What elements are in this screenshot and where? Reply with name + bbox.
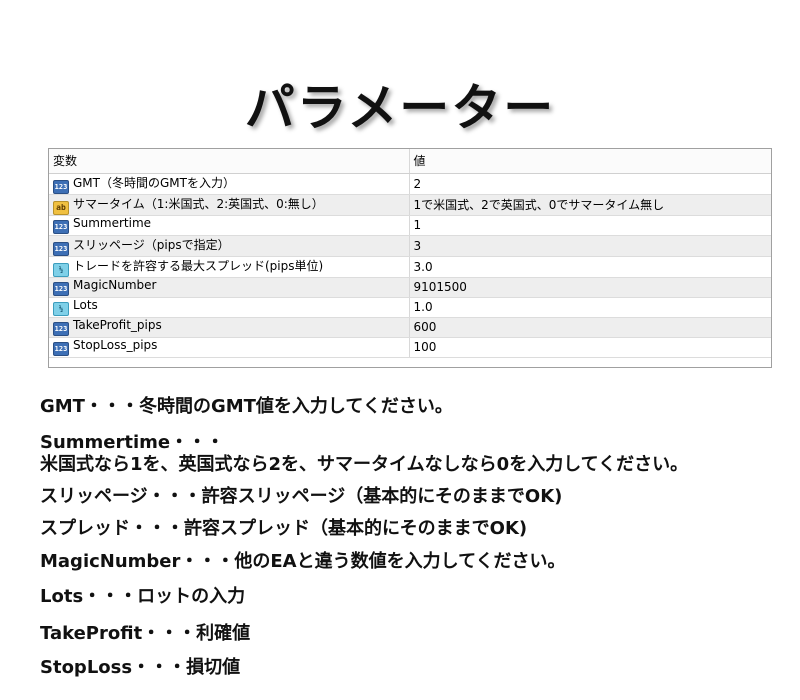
- double-type-icon: ½: [53, 262, 69, 276]
- variable-cell[interactable]: 123 MagicNumber: [49, 277, 410, 298]
- table-header-row: 変数 値: [49, 149, 771, 174]
- table-row[interactable]: 123 MagicNumber 9101500: [49, 277, 771, 298]
- value-cell[interactable]: 2: [409, 173, 771, 195]
- variable-name: GMT（冬時間のGMTを入力）: [73, 175, 235, 190]
- table-row[interactable]: 123 StopLoss_pips 100: [49, 337, 771, 358]
- desc-spread: スプレッド・・・許容スプレッド（基本的にそのままでOK): [40, 518, 528, 539]
- string-type-icon: ab: [53, 200, 69, 214]
- int-type-icon: 123: [53, 241, 69, 255]
- variable-cell[interactable]: 123 StopLoss_pips: [49, 337, 410, 358]
- variable-cell[interactable]: 123 TakeProfit_pips: [49, 317, 410, 338]
- variable-name: StopLoss_pips: [73, 338, 158, 352]
- desc-stoploss: StopLoss・・・損切値: [40, 657, 241, 678]
- value-cell[interactable]: 1で米国式、2で英国式、0でサマータイム無し: [409, 194, 771, 216]
- int-type-icon: 123: [53, 282, 69, 296]
- parameters-table: 変数 値 123 GMT（冬時間のGMTを入力） 2 ab サマータイム（1:米国式、2…: [48, 148, 772, 368]
- column-header-variable[interactable]: 変数: [49, 149, 410, 174]
- variable-name: Summertime: [73, 216, 152, 230]
- value-cell[interactable]: 1.0: [409, 297, 771, 318]
- value-cell[interactable]: 100: [409, 337, 771, 358]
- int-type-icon: 123: [53, 179, 69, 193]
- table-row[interactable]: 123 スリッページ（pipsで指定） 3: [49, 235, 771, 257]
- value-cell[interactable]: 1: [409, 215, 771, 236]
- desc-magicnumber: MagicNumber・・・他のEAと違う数値を入力してください。: [40, 551, 566, 572]
- value-cell[interactable]: 9101500: [409, 277, 771, 298]
- variable-cell[interactable]: ½ トレードを許容する最大スプレッド(pips単位): [49, 256, 410, 278]
- int-type-icon: 123: [53, 322, 69, 336]
- variable-name: トレードを許容する最大スプレッド(pips単位): [73, 258, 324, 273]
- table-row[interactable]: 123 Summertime 1: [49, 215, 771, 236]
- variable-name: サマータイム（1:米国式、2:英国式、0:無し）: [73, 196, 324, 211]
- variable-cell[interactable]: 123 GMT（冬時間のGMTを入力）: [49, 173, 410, 195]
- table-row[interactable]: ab サマータイム（1:米国式、2:英国式、0:無し） 1で米国式、2で英国式、0で…: [49, 194, 771, 216]
- variable-name: MagicNumber: [73, 278, 157, 292]
- double-type-icon: ½: [53, 302, 69, 316]
- int-type-icon: 123: [53, 220, 69, 234]
- page-title: パラメーター: [244, 79, 556, 137]
- value-cell[interactable]: 3.0: [409, 256, 771, 278]
- variable-name: Lots: [73, 298, 98, 312]
- desc-lots: Lots・・・ロットの入力: [40, 586, 246, 607]
- variable-cell[interactable]: ½ Lots: [49, 297, 410, 318]
- desc-takeprofit: TakeProfit・・・利確値: [40, 623, 251, 644]
- table-row[interactable]: 123 GMT（冬時間のGMTを入力） 2: [49, 173, 771, 195]
- variable-name: TakeProfit_pips: [73, 318, 162, 332]
- value-cell[interactable]: 600: [409, 317, 771, 338]
- table-row[interactable]: ½ Lots 1.0: [49, 297, 771, 318]
- variable-cell[interactable]: 123 スリッページ（pipsで指定）: [49, 235, 410, 257]
- desc-gmt: GMT・・・冬時間のGMT値を入力してください。: [40, 396, 453, 417]
- int-type-icon: 123: [53, 342, 69, 356]
- value-cell[interactable]: 3: [409, 235, 771, 257]
- variable-cell[interactable]: 123 Summertime: [49, 215, 410, 236]
- desc-slippage: スリッページ・・・許容スリッページ（基本的にそのままでOK): [40, 486, 563, 507]
- column-header-value[interactable]: 値: [409, 149, 771, 174]
- variable-cell[interactable]: ab サマータイム（1:米国式、2:英国式、0:無し）: [49, 194, 410, 216]
- desc-summertime: 米国式なら1を、英国式なら2を、サマータイムなしなら0を入力してください。: [40, 454, 689, 475]
- table-row[interactable]: 123 TakeProfit_pips 600: [49, 317, 771, 338]
- variable-name: スリッページ（pipsで指定）: [73, 237, 230, 252]
- table-row[interactable]: ½ トレードを許容する最大スプレッド(pips単位) 3.0: [49, 256, 771, 278]
